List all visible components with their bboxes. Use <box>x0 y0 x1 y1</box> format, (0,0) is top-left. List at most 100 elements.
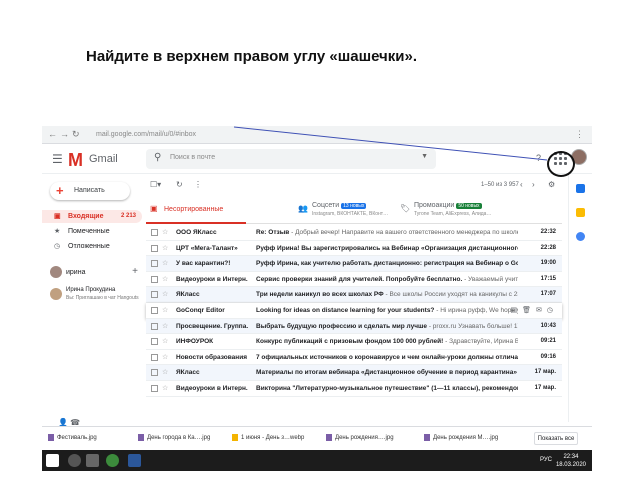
forward-icon[interactable]: → <box>60 129 69 139</box>
plus-icon: + <box>56 183 64 198</box>
search-options-icon[interactable]: ▼ <box>421 153 428 160</box>
mail-row[interactable]: ☆ Новости образования 7 официальных источн… <box>146 350 562 366</box>
mail-row[interactable]: ☆ ООО ЯКласс Re: Отзыв - Добрый вечер! Нап… <box>146 225 562 241</box>
row-checkbox[interactable] <box>151 306 158 314</box>
task-view-icon[interactable] <box>86 454 99 467</box>
tab-promotions[interactable]: 🏷 Промоакции 50 новых Tyrone Team, AliExp… <box>396 196 526 224</box>
sidebar-item-inbox[interactable]: ▣ Входящие 2 213 <box>42 210 142 223</box>
main-menu-icon[interactable]: ☰ <box>52 152 63 166</box>
star-icon[interactable]: ☆ <box>162 259 168 267</box>
clock[interactable]: 22:34 18.03.2020 <box>556 453 586 469</box>
row-checkbox[interactable] <box>151 275 158 283</box>
back-icon[interactable]: ← <box>48 129 57 139</box>
browser-menu-icon[interactable]: ⋮ <box>575 129 584 140</box>
compose-button[interactable]: + Написать <box>50 182 130 200</box>
row-checkbox[interactable] <box>151 260 158 268</box>
mail-subject: Re: Отзыв - Добрый вечер! Направите на в… <box>256 229 518 236</box>
star-icon[interactable]: ☆ <box>162 368 168 376</box>
refresh-icon[interactable]: ↻ <box>176 180 183 189</box>
keep-icon[interactable] <box>576 208 585 217</box>
gmail-header: ☰ M Gmail ⚲ Поиск в почте ▼ ? <box>42 144 592 174</box>
select-all-checkbox[interactable]: ☐▾ <box>150 180 161 189</box>
browser-screenshot: ← → ↻ mail.google.com/mail/u/0/#inbox ⋮ … <box>42 126 592 471</box>
search-input[interactable]: Поиск в почте <box>170 154 215 161</box>
download-item[interactable]: Фестиваль.jpg <box>48 434 97 441</box>
sidebar-item-snoozed[interactable]: ◷ Отложенные <box>42 240 142 253</box>
show-all-downloads-button[interactable]: Показать все <box>534 432 578 445</box>
row-checkbox[interactable] <box>151 229 158 236</box>
avatar <box>50 266 62 278</box>
mail-date: 17:15 <box>540 275 556 282</box>
inbox-icon: ▣ <box>54 213 61 220</box>
instruction-text: Найдите в верхнем правом углу «шашечки». <box>86 48 418 65</box>
browser-toolbar: ← → ↻ mail.google.com/mail/u/0/#inbox ⋮ <box>42 126 592 144</box>
word-icon[interactable] <box>128 454 141 467</box>
star-icon[interactable]: ☆ <box>162 244 168 252</box>
row-checkbox[interactable] <box>151 338 158 346</box>
tasks-icon[interactable] <box>576 232 585 241</box>
star-icon[interactable]: ☆ <box>162 306 168 314</box>
mail-subject: Выбрать будущую профессию и сделать мир … <box>256 322 518 330</box>
more-icon[interactable]: ⋮ <box>194 180 202 189</box>
row-checkbox[interactable] <box>151 369 158 377</box>
language-indicator[interactable]: РУС <box>540 457 552 463</box>
star-icon[interactable]: ☆ <box>162 353 168 361</box>
star-icon[interactable]: ☆ <box>162 275 168 283</box>
mail-subject: Looking for ideas on distance learning f… <box>256 306 518 314</box>
image-file-icon <box>232 434 238 441</box>
mail-row[interactable]: ☆ Видеоуроки в Интерн. Сервис проверки зна… <box>146 272 562 288</box>
download-item[interactable]: 1 июня - День з…webp <box>232 434 304 441</box>
row-checkbox[interactable] <box>151 244 158 252</box>
tab-primary[interactable]: ▣ Несортированные <box>146 196 246 224</box>
help-icon[interactable]: ? <box>536 153 541 163</box>
mail-date: 17 мар. <box>534 384 556 391</box>
mail-date: 10:43 <box>540 322 556 329</box>
mail-row[interactable]: ☆ У вас карантин?! Руфф Ирина, как учителю… <box>146 256 562 272</box>
row-checkbox[interactable] <box>151 291 158 299</box>
gmail-logo-icon[interactable]: M <box>68 150 83 171</box>
address-bar[interactable]: mail.google.com/mail/u/0/#inbox <box>90 129 510 141</box>
row-actions[interactable]: ▤🗑✉◷ <box>511 306 558 314</box>
search-bar[interactable]: ⚲ Поиск в почте ▼ <box>146 149 436 169</box>
windows-start-icon[interactable] <box>46 454 59 467</box>
side-panel <box>568 174 592 422</box>
star-icon[interactable]: ☆ <box>162 337 168 345</box>
mail-row[interactable]: ☆ ЯКласс Три недели каникул во всех школах… <box>146 287 562 303</box>
chrome-icon[interactable] <box>106 454 119 467</box>
mail-subject: Руфф Ирина! Вы зарегистрировались на Веб… <box>256 244 518 252</box>
mail-sender: ЦРТ «Мега-Талант» <box>176 244 238 252</box>
search-icon[interactable] <box>68 454 81 467</box>
star-icon[interactable]: ☆ <box>162 384 168 392</box>
mail-row[interactable]: ☆ ЦРТ «Мега-Талант» Руфф Ирина! Вы зарегис… <box>146 241 562 257</box>
mail-date: 19:00 <box>540 260 556 267</box>
prev-page-icon[interactable]: ‹ <box>520 180 523 189</box>
mail-sender: GoConqr Editor <box>176 306 225 314</box>
add-chat-icon[interactable]: + <box>132 266 138 277</box>
mail-row[interactable]: ☆ Просвещение. Группа. Выбрать будущую про… <box>146 318 562 335</box>
new-count-badge: 50 новых <box>456 203 482 209</box>
download-item[interactable]: День рождения М….jpg <box>424 434 498 441</box>
download-item[interactable]: День города в Ка….jpg <box>138 434 210 441</box>
reload-icon[interactable]: ↻ <box>72 129 80 140</box>
mail-row[interactable]: ☆ GoConqr Editor Looking for ideas on dist… <box>146 302 562 319</box>
star-icon[interactable]: ☆ <box>162 322 168 330</box>
mail-row[interactable]: ☆ ИНФОУРОК Конкурс публикаций с призовым ф… <box>146 334 562 350</box>
hangouts-contact[interactable]: Ирина Прокудина Вы: Приглашаю в чат Hang… <box>50 286 142 306</box>
star-icon[interactable]: ☆ <box>162 228 168 236</box>
search-icon[interactable]: ⚲ <box>154 152 161 163</box>
mail-row[interactable]: ☆ ЯКласс Материалы по итогам вебинара «Дис… <box>146 365 562 381</box>
next-page-icon[interactable]: › <box>532 180 535 189</box>
mail-row[interactable]: ☆ Видеоуроки в Интерн. Викторина "Литерату… <box>146 381 562 397</box>
mail-sender: Просвещение. Группа. <box>176 322 248 330</box>
settings-icon[interactable]: ⚙ <box>548 180 555 189</box>
calendar-icon[interactable] <box>576 184 585 193</box>
hangouts-user[interactable]: ирина + <box>50 266 142 280</box>
star-icon[interactable]: ☆ <box>162 290 168 298</box>
row-checkbox[interactable] <box>151 322 158 330</box>
row-checkbox[interactable] <box>151 353 158 361</box>
image-file-icon <box>48 434 54 441</box>
sidebar-item-starred[interactable]: ★ Помеченные <box>42 225 142 238</box>
row-checkbox[interactable] <box>151 384 158 392</box>
download-item[interactable]: День рождения….jpg <box>326 434 394 441</box>
mail-subject: Руфф Ирина, как учителю работать дистанц… <box>256 260 518 268</box>
